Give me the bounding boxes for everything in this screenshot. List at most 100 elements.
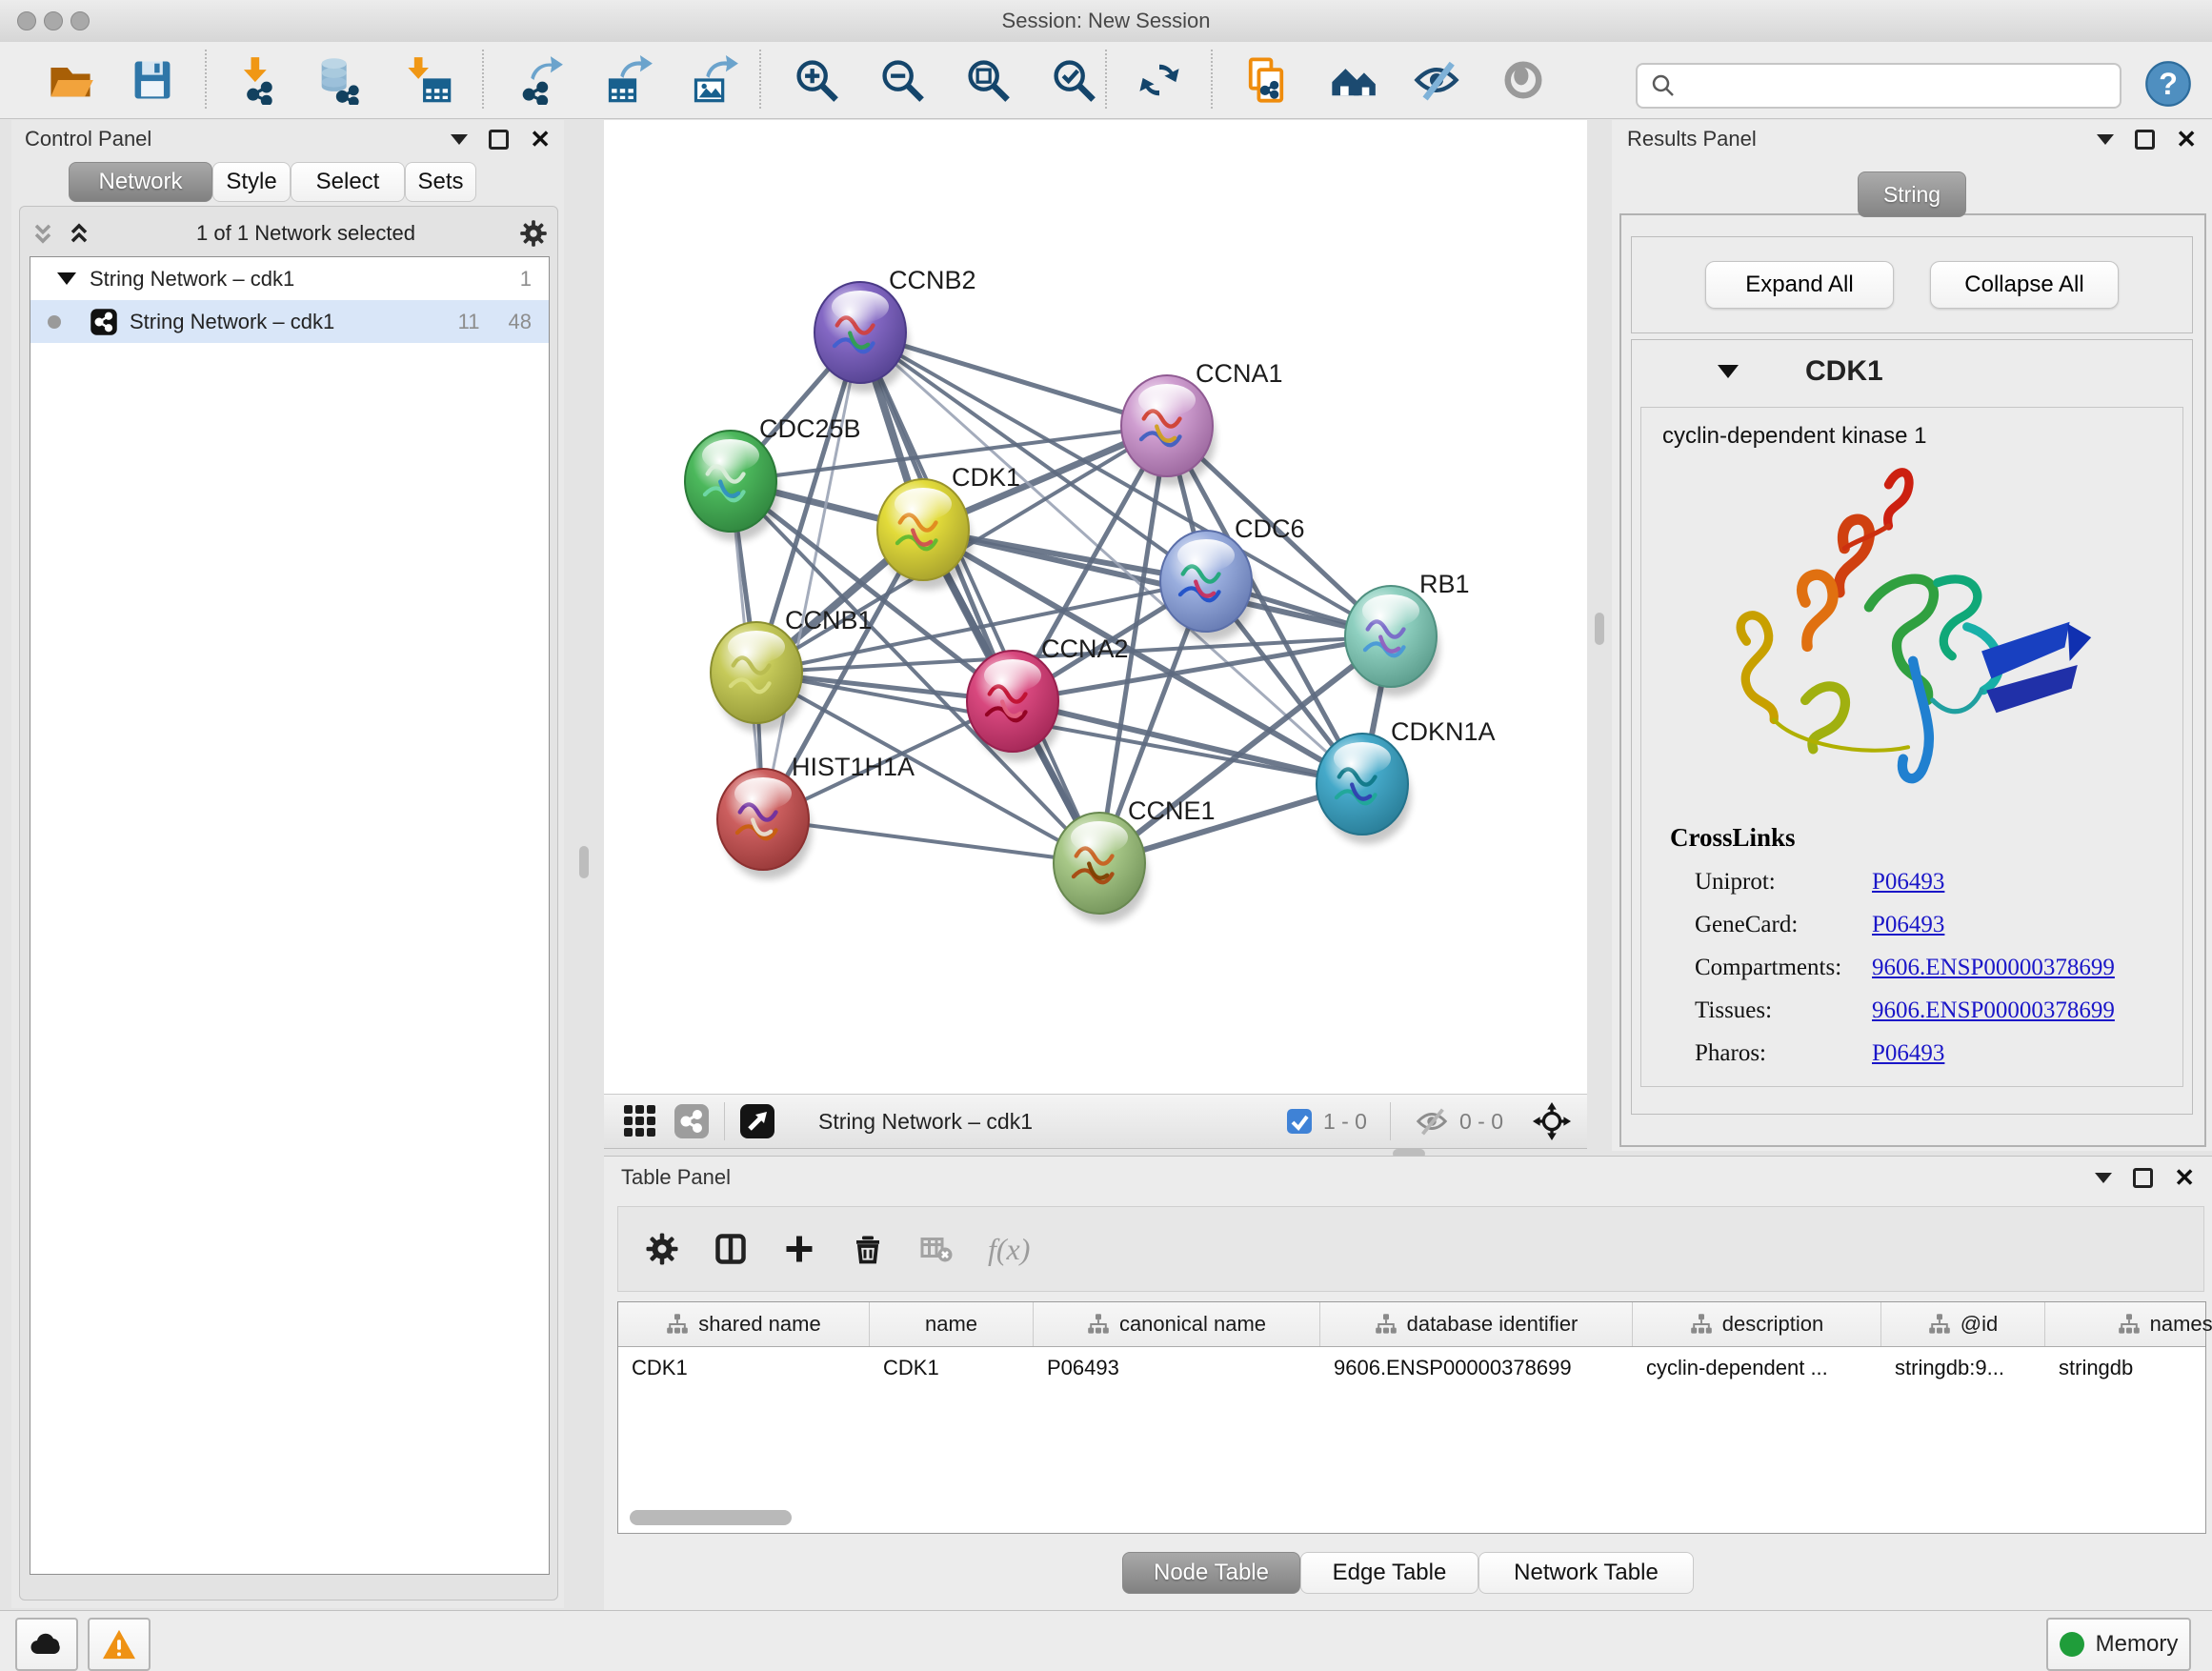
import-table-icon[interactable] <box>404 55 453 105</box>
hidden-eye-icon[interactable] <box>1414 1103 1450 1139</box>
gear-icon[interactable] <box>645 1232 679 1266</box>
node-ccna2[interactable] <box>967 651 1061 761</box>
refresh-icon[interactable] <box>1135 55 1184 105</box>
export-image-icon[interactable] <box>690 55 739 105</box>
fit-selected-crosshair-icon[interactable] <box>1532 1101 1572 1141</box>
panel-close-icon[interactable]: ✕ <box>2176 132 2197 147</box>
tab-node-table[interactable]: Node Table <box>1122 1552 1300 1594</box>
left-splitter-handle[interactable] <box>579 846 589 878</box>
node-cdc25b[interactable] <box>685 431 779 541</box>
panel-menu-icon[interactable] <box>451 134 468 145</box>
save-session-icon[interactable] <box>128 55 177 105</box>
panel-close-icon[interactable]: ✕ <box>2174 1171 2195 1185</box>
cloud-status-button[interactable] <box>15 1618 78 1671</box>
home-networks-icon[interactable] <box>1328 55 1377 105</box>
tab-style[interactable]: Style <box>212 162 291 202</box>
tab-select[interactable]: Select <box>291 162 405 202</box>
crosslink-link[interactable]: P06493 <box>1872 912 1944 938</box>
panel-menu-icon[interactable] <box>2097 134 2114 145</box>
tab-edge-table[interactable]: Edge Table <box>1300 1552 1478 1594</box>
column-header-description[interactable]: description <box>1633 1302 1881 1346</box>
table-row[interactable]: CDK1CDK1P064939606.ENSP00000378699cyclin… <box>618 1347 2205 1389</box>
node-cdc6[interactable] <box>1160 531 1255 641</box>
table-cell[interactable]: stringdb:9... <box>1881 1347 2045 1389</box>
network-collection-row[interactable]: String Network – cdk1 1 <box>30 257 549 300</box>
column-header--id[interactable]: @id <box>1881 1302 2045 1346</box>
export-table-icon[interactable] <box>604 55 654 105</box>
node-cdk1[interactable] <box>877 479 972 590</box>
column-header-database-identifier[interactable]: database identifier <box>1320 1302 1633 1346</box>
search-box[interactable] <box>1636 63 2122 109</box>
zoom-selected-icon[interactable] <box>1049 55 1098 105</box>
crosslink-link[interactable]: P06493 <box>1872 1040 1944 1067</box>
node-ccnb2[interactable] <box>814 282 909 393</box>
search-input[interactable] <box>1685 68 2120 104</box>
grid-view-icon[interactable] <box>621 1102 659 1140</box>
expand-all-button[interactable]: Expand All <box>1705 261 1894 309</box>
panel-float-icon[interactable] <box>489 130 509 150</box>
crosslink-link[interactable]: 9606.ENSP00000378699 <box>1872 997 2115 1024</box>
panel-float-icon[interactable] <box>2133 1168 2153 1188</box>
add-column-icon[interactable] <box>782 1232 816 1266</box>
node-hist1h1a[interactable] <box>717 769 812 879</box>
selected-checkbox-icon[interactable] <box>1285 1107 1314 1136</box>
column-header-shared-name[interactable]: shared name <box>618 1302 870 1346</box>
tree-expand-icon[interactable] <box>57 272 76 285</box>
gear-icon[interactable] <box>519 219 548 248</box>
results-panel-title: Results Panel <box>1627 127 1757 151</box>
tab-network[interactable]: Network <box>69 162 212 202</box>
delete-column-icon[interactable] <box>851 1232 885 1266</box>
export-network-icon[interactable] <box>514 55 564 105</box>
first-neighbors-icon[interactable] <box>1241 55 1291 105</box>
node-cdkn1a[interactable] <box>1317 734 1411 844</box>
right-splitter-handle[interactable] <box>1595 613 1604 645</box>
network-view-canvas[interactable]: CCNB2CCNA1CDC25BCDK1CDC6RB1CCNB1CCNA2CDK… <box>604 120 1587 1094</box>
node-ccne1[interactable] <box>1054 813 1148 923</box>
section-collapse-icon[interactable] <box>1718 365 1739 378</box>
node-ccna1[interactable] <box>1121 375 1216 486</box>
collapse-all-icon[interactable] <box>30 220 56 247</box>
network-label: String Network – cdk1 <box>130 310 334 334</box>
table-cell[interactable]: 9606.ENSP00000378699 <box>1320 1347 1633 1389</box>
tab-string[interactable]: String <box>1858 171 1966 217</box>
table-cell[interactable]: stringdb <box>2045 1347 2212 1389</box>
collapse-all-button[interactable]: Collapse All <box>1930 261 2119 309</box>
tab-network-table[interactable]: Network Table <box>1478 1552 1694 1594</box>
import-network-icon[interactable] <box>232 55 282 105</box>
crosslink-link[interactable]: P06493 <box>1872 869 1944 896</box>
zoom-fit-icon[interactable] <box>963 55 1013 105</box>
panel-float-icon[interactable] <box>2135 130 2155 150</box>
table-cell[interactable]: cyclin-dependent ... <box>1633 1347 1881 1389</box>
network-edge[interactable] <box>860 332 1099 863</box>
tab-sets[interactable]: Sets <box>405 162 476 202</box>
network-view-icon[interactable] <box>673 1102 711 1140</box>
network-edge[interactable] <box>763 819 1099 863</box>
node-rb1[interactable] <box>1345 586 1439 696</box>
show-columns-icon[interactable] <box>714 1232 748 1266</box>
memory-button[interactable]: Memory <box>2046 1618 2191 1671</box>
horizontal-scrollbar[interactable] <box>630 1510 792 1525</box>
zoom-in-icon[interactable] <box>792 55 841 105</box>
column-header-namespace[interactable]: namespace <box>2045 1302 2212 1346</box>
column-header-canonical-name[interactable]: canonical name <box>1034 1302 1320 1346</box>
table-cell[interactable]: CDK1 <box>870 1347 1034 1389</box>
panel-menu-icon[interactable] <box>2095 1173 2112 1183</box>
table-cell[interactable]: P06493 <box>1034 1347 1320 1389</box>
panel-close-icon[interactable]: ✕ <box>530 132 551 147</box>
table-cell[interactable]: CDK1 <box>618 1347 870 1389</box>
node-ccnb1[interactable] <box>711 622 805 733</box>
toolbar-separator <box>724 1102 725 1140</box>
show-level-icon[interactable] <box>1498 55 1548 105</box>
expand-all-icon[interactable] <box>66 220 92 247</box>
import-database-icon[interactable] <box>313 55 363 105</box>
hide-selection-icon[interactable] <box>1412 55 1461 105</box>
column-header-name[interactable]: name <box>870 1302 1034 1346</box>
birds-eye-view-icon[interactable] <box>738 1102 776 1140</box>
warnings-button[interactable] <box>88 1618 151 1671</box>
crosslink-link[interactable]: 9606.ENSP00000378699 <box>1872 955 2115 981</box>
network-edge[interactable] <box>763 332 860 819</box>
network-row[interactable]: String Network – cdk1 11 48 <box>30 300 549 343</box>
zoom-out-icon[interactable] <box>877 55 927 105</box>
help-icon[interactable]: ? <box>2143 59 2193 109</box>
open-file-icon[interactable] <box>46 55 95 105</box>
